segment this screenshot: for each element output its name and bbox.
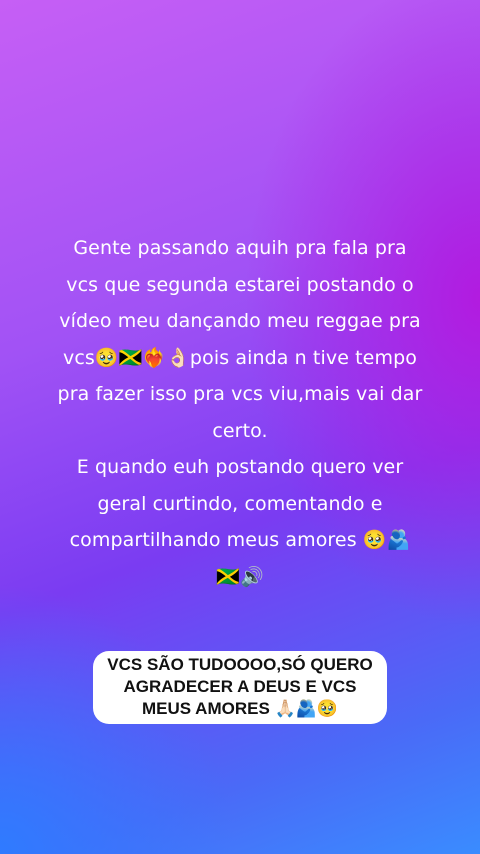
caption-sticker: VCS SÃO TUDOOOO,SÓ QUERO AGRADECER A DEU… [93,651,387,724]
story-canvas: Gente passando aquih pra fala pra vcs qu… [0,0,480,854]
caption-container: VCS SÃO TUDOOOO,SÓ QUERO AGRADECER A DEU… [0,651,480,724]
story-text: Gente passando aquih pra fala pra vcs qu… [57,237,423,588]
